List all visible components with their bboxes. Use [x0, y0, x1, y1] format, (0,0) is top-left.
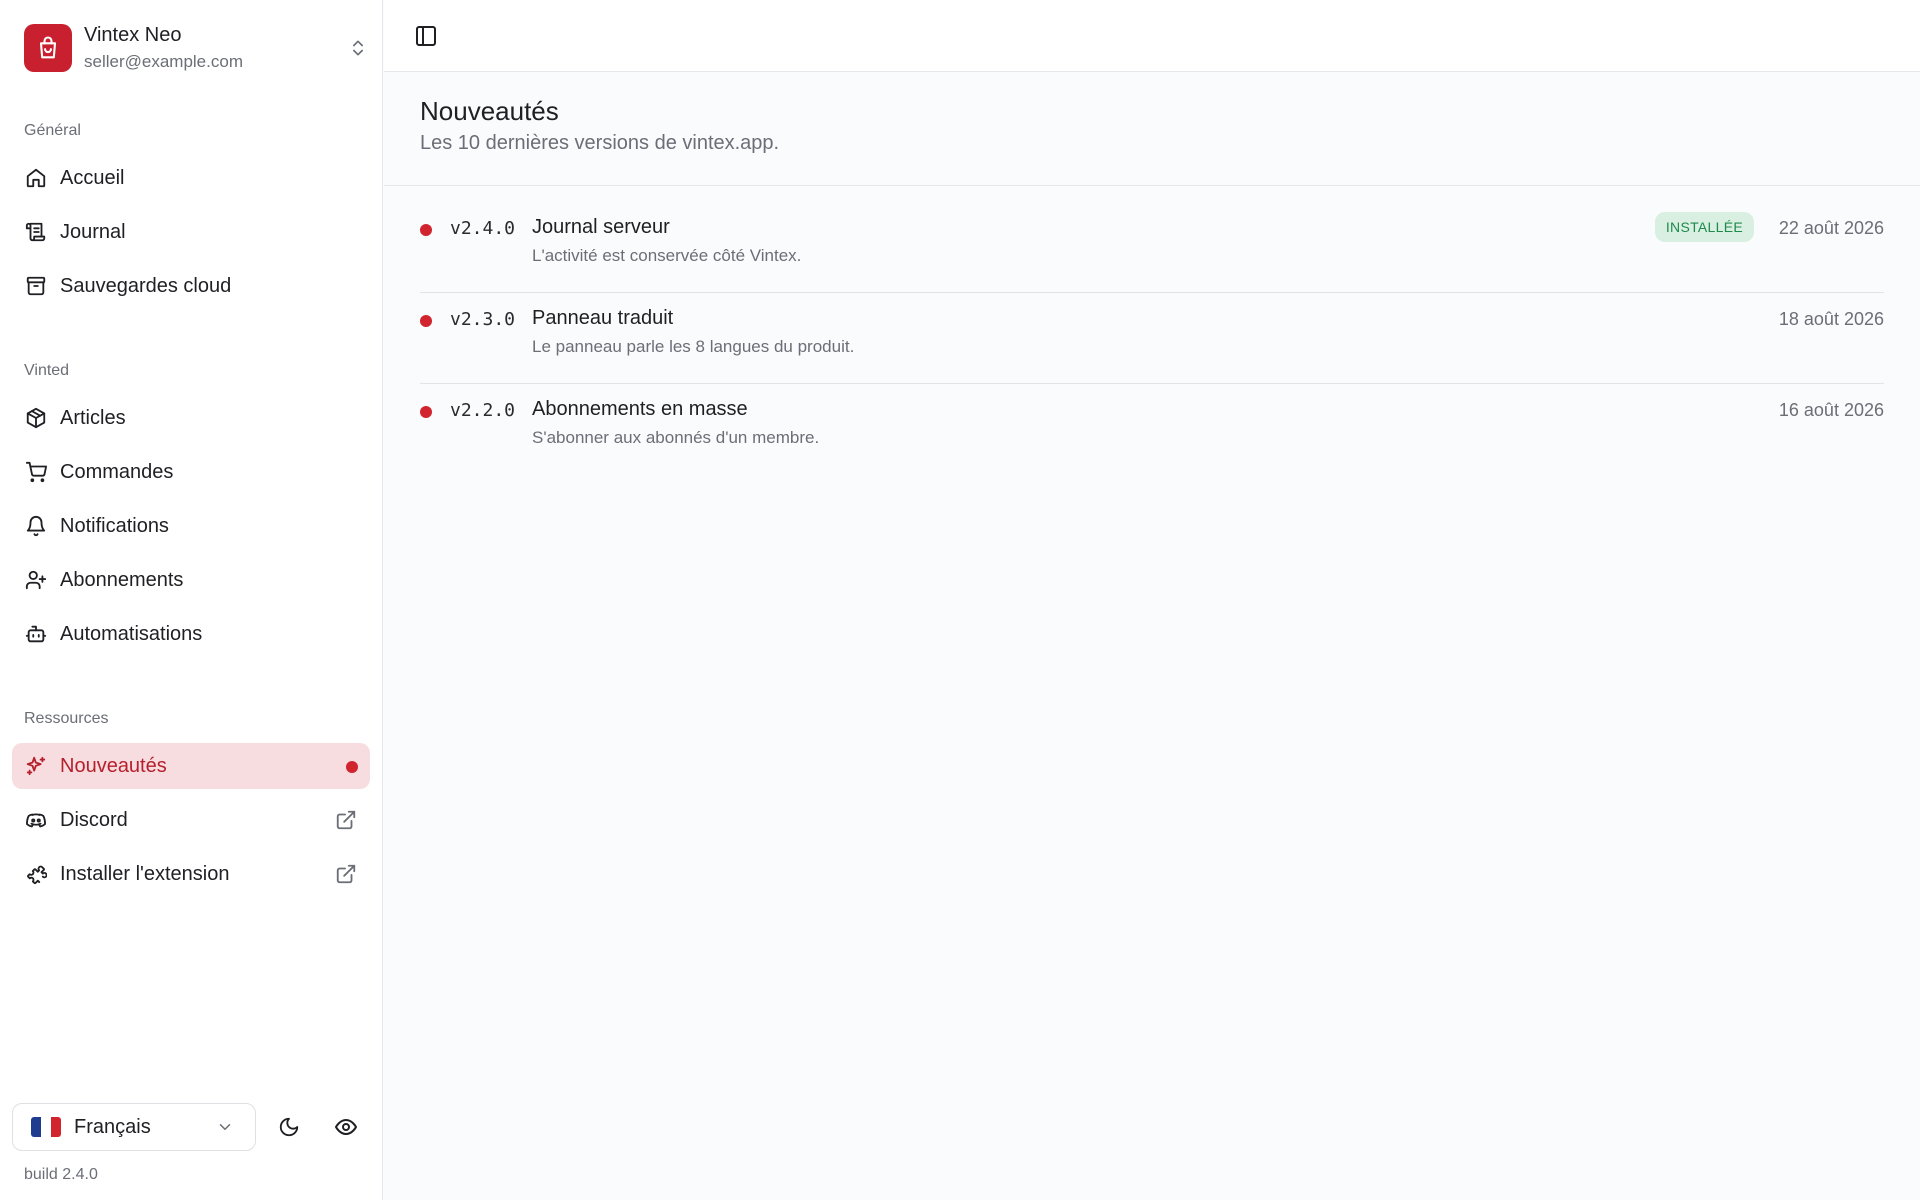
scroll-icon: [24, 220, 48, 244]
release-title: Journal serveur: [532, 216, 670, 238]
sidebar-item-extension[interactable]: Installer l'extension: [12, 851, 370, 897]
sidebar-item-label: Abonnements: [60, 568, 184, 591]
bot-icon: [24, 622, 48, 646]
release-title: Panneau traduit: [532, 307, 674, 329]
sidebar-item-label: Nouveautés: [60, 754, 167, 777]
puzzle-icon: [24, 862, 48, 886]
release-title: Abonnements en masse: [532, 398, 748, 420]
user-plus-icon: [24, 568, 48, 592]
section-label-general: Général: [24, 122, 81, 139]
sidebar-item-journal[interactable]: Journal: [12, 209, 370, 255]
sidebar-item-label: Commandes: [60, 460, 174, 483]
sidebar-item-backups[interactable]: Sauvegardes cloud: [12, 263, 370, 309]
release-description: L'activité est conservée côté Vintex.: [532, 246, 802, 265]
release-date: 16 août 2026: [1778, 400, 1884, 420]
sidebar-item-home[interactable]: Accueil: [12, 155, 370, 201]
sidebar: Vintex Neo seller@example.com Général Ac…: [0, 0, 383, 1200]
new-release-indicator: [420, 224, 432, 236]
section-label-resources: Ressources: [24, 710, 109, 727]
release-version: v2.2.0: [450, 400, 516, 421]
sidebar-item-orders[interactable]: Commandes: [12, 449, 370, 495]
sidebar-item-notifications[interactable]: Notifications: [12, 503, 370, 549]
cart-icon: [24, 460, 48, 484]
workspace-name: Vintex Neo: [84, 24, 182, 46]
french-flag-icon: [31, 1117, 61, 1137]
chevron-down-icon: [215, 1117, 235, 1137]
installed-badge: INSTALLÉE: [1654, 212, 1754, 242]
release-version: v2.3.0: [450, 309, 516, 330]
release-item: v2.3.0 Panneau traduit Le panneau parle …: [420, 293, 1884, 384]
sidebar-item-discord[interactable]: Discord: [12, 797, 370, 843]
page-header: Nouveautés Les 10 dernières versions de …: [384, 72, 1920, 186]
moon-icon: [278, 1116, 300, 1138]
package-icon: [24, 406, 48, 430]
top-bar: [384, 0, 1920, 72]
sidebar-item-label: Notifications: [60, 514, 169, 537]
visibility-toggle[interactable]: [331, 1112, 361, 1142]
sparkles-icon: [24, 754, 48, 778]
sidebar-item-label: Journal: [60, 220, 126, 243]
language-select[interactable]: Français: [12, 1103, 256, 1151]
archive-icon: [24, 274, 48, 298]
account-email: seller@example.com: [84, 52, 243, 71]
new-release-indicator: [420, 315, 432, 327]
sidebar-item-label: Sauvegardes cloud: [60, 274, 232, 297]
external-link-icon: [334, 862, 358, 886]
sidebar-item-label: Discord: [60, 808, 128, 831]
external-link-icon: [334, 808, 358, 832]
sidebar-item-label: Articles: [60, 406, 126, 429]
new-release-indicator: [420, 406, 432, 418]
release-description: S'abonner aux abonnés d'un membre.: [532, 428, 820, 447]
language-select-value: Français: [74, 1115, 151, 1138]
section-label-vinted: Vinted: [24, 362, 70, 379]
panel-left-icon: [414, 24, 438, 48]
release-date: 22 août 2026: [1778, 218, 1884, 238]
release-description: Le panneau parle les 8 langues du produi…: [532, 337, 855, 356]
sidebar-item-articles[interactable]: Articles: [12, 395, 370, 441]
shopping-bag-icon: [24, 24, 72, 72]
dark-mode-toggle[interactable]: [274, 1112, 304, 1142]
page-subtitle: Les 10 dernières versions de vintex.app.: [420, 132, 780, 154]
eye-icon: [334, 1115, 358, 1139]
bell-icon: [24, 514, 48, 538]
build-version: build 2.4.0: [24, 1166, 98, 1183]
release-version: v2.4.0: [450, 218, 516, 239]
sidebar-toggle-button[interactable]: [412, 22, 440, 50]
home-icon: [24, 166, 48, 190]
sidebar-item-subscriptions[interactable]: Abonnements: [12, 557, 370, 603]
release-item: v2.4.0 Journal serveur L'activité est co…: [420, 202, 1884, 293]
sidebar-item-automations[interactable]: Automatisations: [12, 611, 370, 657]
discord-icon: [24, 808, 48, 832]
release-date: 18 août 2026: [1778, 309, 1884, 329]
sidebar-item-label: Accueil: [60, 166, 125, 189]
sidebar-item-news[interactable]: Nouveautés: [12, 743, 370, 789]
unread-indicator: [346, 761, 358, 773]
sidebar-item-label: Installer l'extension: [60, 862, 230, 885]
release-item: v2.2.0 Abonnements en masse S'abonner au…: [420, 384, 1884, 475]
chevrons-up-down-icon[interactable]: [346, 36, 370, 60]
page-title: Nouveautés: [420, 96, 559, 126]
sidebar-item-label: Automatisations: [60, 622, 203, 645]
